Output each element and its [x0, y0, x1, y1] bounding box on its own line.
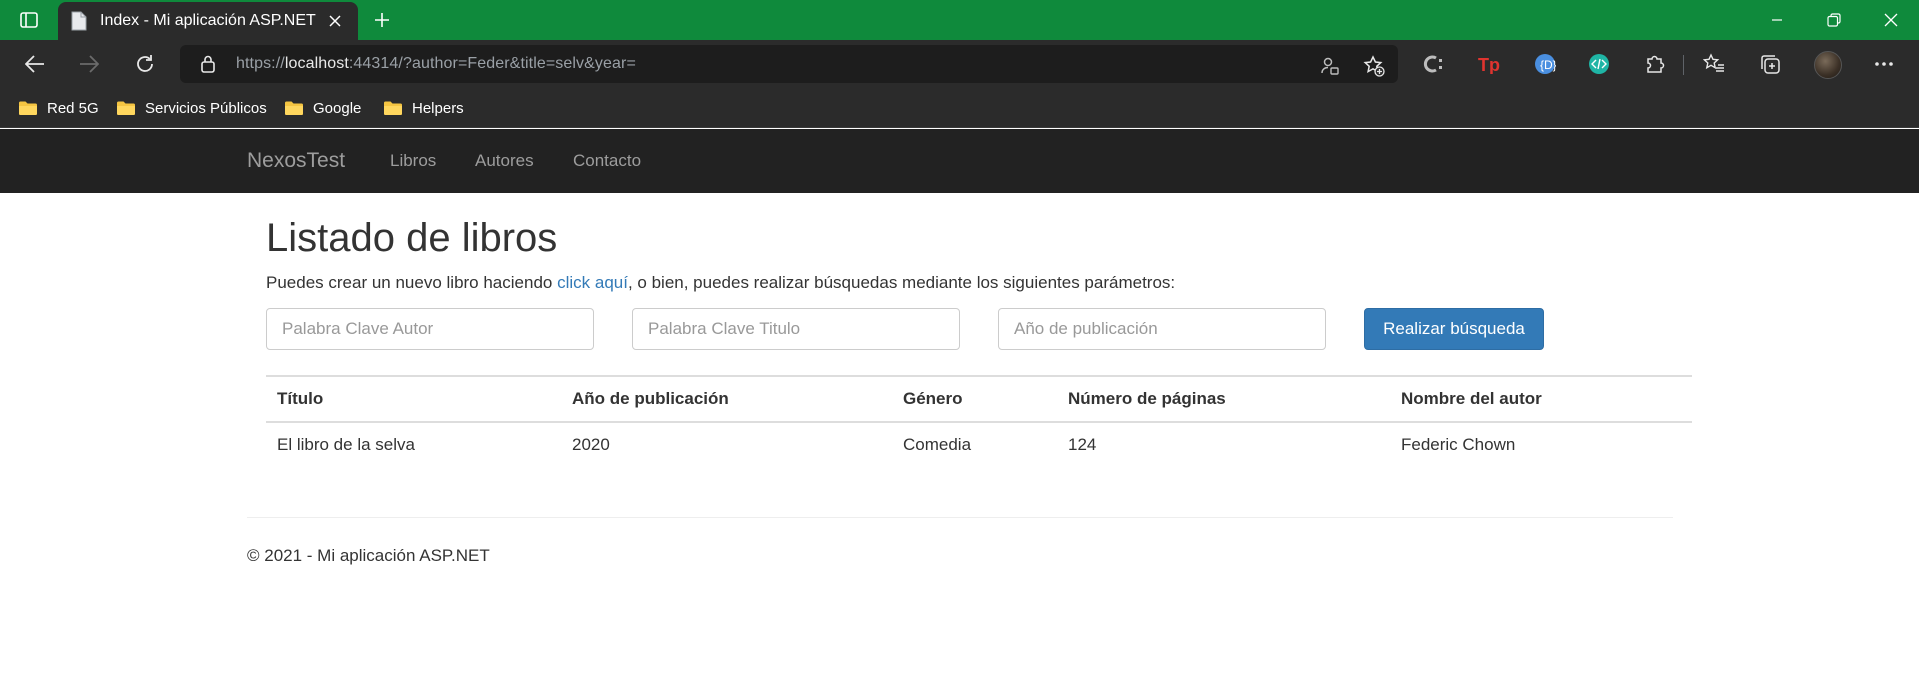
bookmark-folder-google[interactable]: Google — [284, 96, 361, 120]
cell-genero: Comedia — [903, 434, 972, 454]
extension-tp-icon[interactable]: Tp — [1476, 50, 1504, 78]
browser-toolbar: https://localhost:44314/?author=Feder&ti… — [0, 40, 1919, 88]
favorites-icon[interactable] — [1700, 50, 1728, 78]
forward-icon[interactable] — [73, 48, 105, 80]
folder-icon — [116, 100, 136, 116]
footer-copyright: © 2021 - Mi aplicación ASP.NET — [247, 546, 490, 565]
back-icon[interactable] — [19, 48, 51, 80]
bookmark-label: Red 5G — [47, 99, 99, 117]
intro-text-after: , o bien, puedes realizar búsquedas medi… — [627, 273, 1176, 292]
close-tab-icon[interactable] — [324, 10, 346, 32]
intro-text-before: Puedes crear un nuevo libro haciendo — [266, 273, 558, 292]
minimize-icon[interactable] — [1750, 0, 1804, 40]
page-title: Listado de libros — [266, 216, 558, 260]
search-button[interactable]: Realizar búsqueda — [1364, 308, 1544, 350]
lock-icon[interactable] — [198, 54, 218, 74]
nav-link-contacto[interactable]: Contacto — [573, 151, 641, 171]
extension-code-icon[interactable] — [1585, 50, 1613, 78]
tab-actions-icon[interactable] — [14, 8, 44, 32]
extension-c-icon[interactable] — [1420, 50, 1448, 78]
extension-d-icon[interactable]: {D} — [1531, 50, 1559, 78]
page-icon — [70, 11, 88, 31]
nav-link-libros[interactable]: Libros — [390, 151, 436, 171]
browser-tab-active[interactable]: Index - Mi aplicación ASP.NET — [58, 2, 358, 40]
url-path: :44314/?author=Feder&title=selv&year= — [348, 55, 636, 72]
folder-icon — [18, 100, 38, 116]
column-header-paginas: Número de páginas — [1057, 375, 1390, 423]
bookmark-folder-servicios-publicos[interactable]: Servicios Públicos — [116, 96, 267, 120]
intro-text: Puedes crear un nuevo libro haciendo cli… — [266, 273, 1175, 293]
favorite-add-icon[interactable] — [1362, 54, 1386, 78]
svg-text:Tp: Tp — [1478, 55, 1500, 74]
author-keyword-input[interactable] — [266, 308, 594, 350]
folder-icon — [383, 100, 403, 116]
bookmarks-bar: Red 5G Servicios Públicos Google Helpers — [0, 88, 1919, 128]
bookmark-label: Servicios Públicos — [145, 99, 267, 117]
table-header-row: Título Año de publicación Género Número … — [266, 375, 1692, 423]
bookmark-label: Helpers — [412, 99, 464, 117]
url-scheme: https:// — [236, 55, 285, 72]
create-book-link[interactable]: click aquí — [557, 273, 628, 292]
url-text: https://localhost:44314/?author=Feder&ti… — [236, 55, 636, 73]
bookmark-label: Google — [313, 99, 362, 117]
profile-avatar[interactable] — [1814, 51, 1842, 79]
refresh-icon[interactable] — [129, 48, 161, 80]
address-bar[interactable]: https://localhost:44314/?author=Feder&ti… — [180, 45, 1398, 83]
bookmark-folder-helpers[interactable]: Helpers — [383, 96, 464, 120]
cell-paginas: 124 — [1068, 434, 1097, 454]
folder-icon — [284, 100, 304, 116]
toolbar-separator — [1683, 55, 1684, 75]
new-tab-icon[interactable] — [368, 6, 396, 34]
books-table: Título Año de publicación Género Número … — [266, 375, 1692, 466]
tab-title: Index - Mi aplicación ASP.NET — [100, 12, 316, 29]
column-header-genero: Género — [892, 375, 1057, 423]
svg-text:{D}: {D} — [1540, 58, 1556, 72]
cell-titulo: El libro de la selva — [277, 434, 415, 454]
browser-titlebar: Index - Mi aplicación ASP.NET — [0, 0, 1919, 40]
collections-icon[interactable] — [1756, 50, 1784, 78]
title-keyword-input[interactable] — [632, 308, 960, 350]
bookmark-folder-red-5g[interactable]: Red 5G — [18, 96, 99, 120]
footer-divider — [247, 517, 1673, 518]
nav-link-autores[interactable]: Autores — [475, 151, 534, 171]
column-header-titulo: Título — [266, 375, 561, 423]
url-host: localhost — [284, 55, 349, 72]
cell-autor: Federic Chown — [1401, 434, 1516, 454]
site-navbar: NexosTest Libros Autores Contacto — [0, 129, 1919, 193]
column-header-autor: Nombre del autor — [1390, 375, 1692, 423]
close-window-icon[interactable] — [1864, 0, 1918, 40]
table-row: El libro de la selva 2020 Comedia 124 Fe… — [266, 422, 1692, 466]
cell-anio: 2020 — [572, 434, 610, 454]
restore-icon[interactable] — [1807, 0, 1861, 40]
year-input[interactable] — [998, 308, 1326, 350]
site-brand-link[interactable]: NexosTest — [247, 149, 345, 173]
more-icon[interactable] — [1870, 50, 1898, 78]
person-key-icon[interactable] — [1318, 54, 1342, 78]
extensions-puzzle-icon[interactable] — [1641, 50, 1669, 78]
column-header-anio: Año de publicación — [561, 375, 892, 423]
